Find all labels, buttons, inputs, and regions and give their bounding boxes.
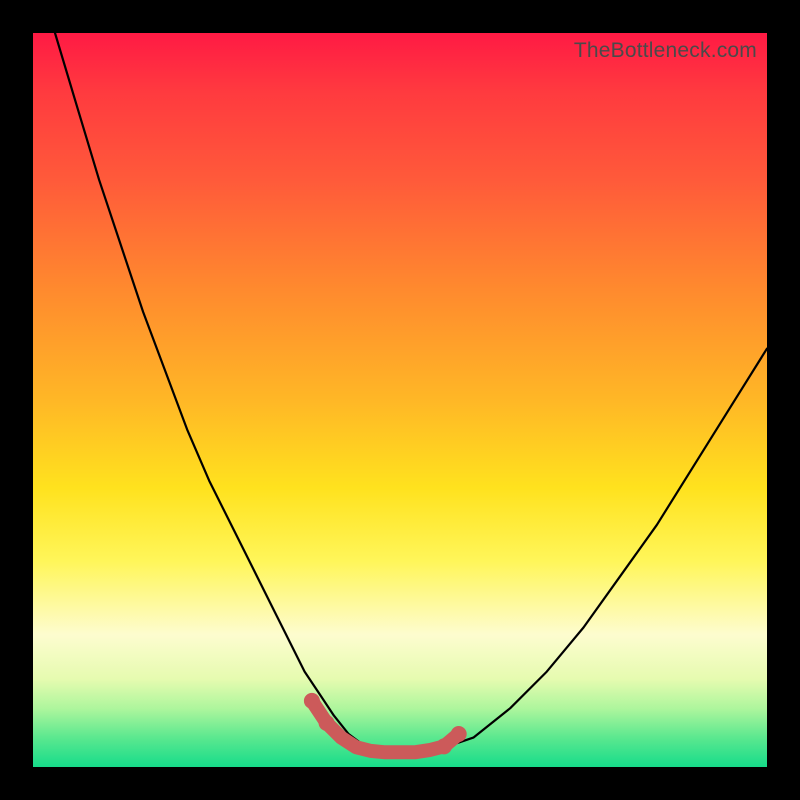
plot-area: TheBottleneck.com [33,33,767,767]
highlight-dot [436,738,452,754]
highlight-dot [304,693,320,709]
chart-svg [33,33,767,767]
highlight-dots [304,693,467,755]
highlight-dot [319,715,335,731]
outer-frame: TheBottleneck.com [0,0,800,800]
bottleneck-curve [55,33,767,752]
highlight-dot [451,726,467,742]
